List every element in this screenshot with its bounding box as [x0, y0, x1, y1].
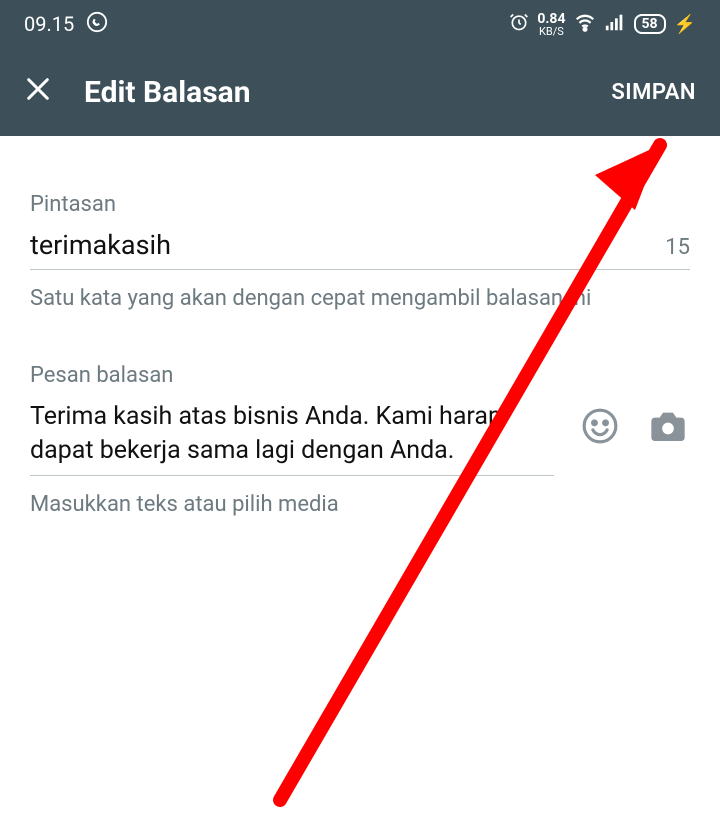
status-time: 09.15: [24, 12, 74, 36]
shortcut-helper: Satu kata yang akan dengan cepat mengamb…: [30, 284, 690, 315]
message-label: Pesan balasan: [30, 363, 690, 388]
shortcut-counter: 15: [665, 235, 690, 260]
message-input-row: Terima kasih atas bisnis Anda. Kami hara…: [30, 400, 690, 477]
status-right: 0.84 KB/S 58 ⚡: [509, 11, 696, 37]
signal-icon: [604, 11, 626, 37]
app-bar: Edit Balasan SIMPAN: [0, 48, 720, 136]
save-button[interactable]: SIMPAN: [611, 80, 696, 105]
message-input[interactable]: Terima kasih atas bisnis Anda. Kami hara…: [30, 400, 554, 477]
shortcut-section: Pintasan terimakasih 15 Satu kata yang a…: [30, 192, 690, 315]
emoji-icon[interactable]: [578, 404, 622, 448]
alarm-icon: [509, 12, 529, 36]
page-title: Edit Balasan: [84, 75, 579, 110]
close-icon[interactable]: [24, 73, 52, 111]
data-speed: 0.84 KB/S: [537, 12, 565, 37]
charging-icon: ⚡: [674, 14, 696, 35]
status-bar: 09.15 0.84 KB/S 58 ⚡: [0, 0, 720, 48]
whatsapp-icon: [86, 11, 108, 38]
wifi-icon: [574, 11, 596, 37]
shortcut-input-row: terimakasih 15: [30, 229, 690, 270]
shortcut-label: Pintasan: [30, 192, 690, 217]
message-helper: Masukkan teks atau pilih media: [30, 490, 690, 521]
shortcut-input[interactable]: terimakasih: [30, 229, 665, 261]
message-section: Pesan balasan Terima kasih atas bisnis A…: [30, 363, 690, 521]
status-left: 09.15: [24, 11, 108, 38]
battery-indicator: 58: [634, 14, 666, 34]
camera-icon[interactable]: [646, 404, 690, 448]
content-area: Pintasan terimakasih 15 Satu kata yang a…: [0, 136, 720, 553]
